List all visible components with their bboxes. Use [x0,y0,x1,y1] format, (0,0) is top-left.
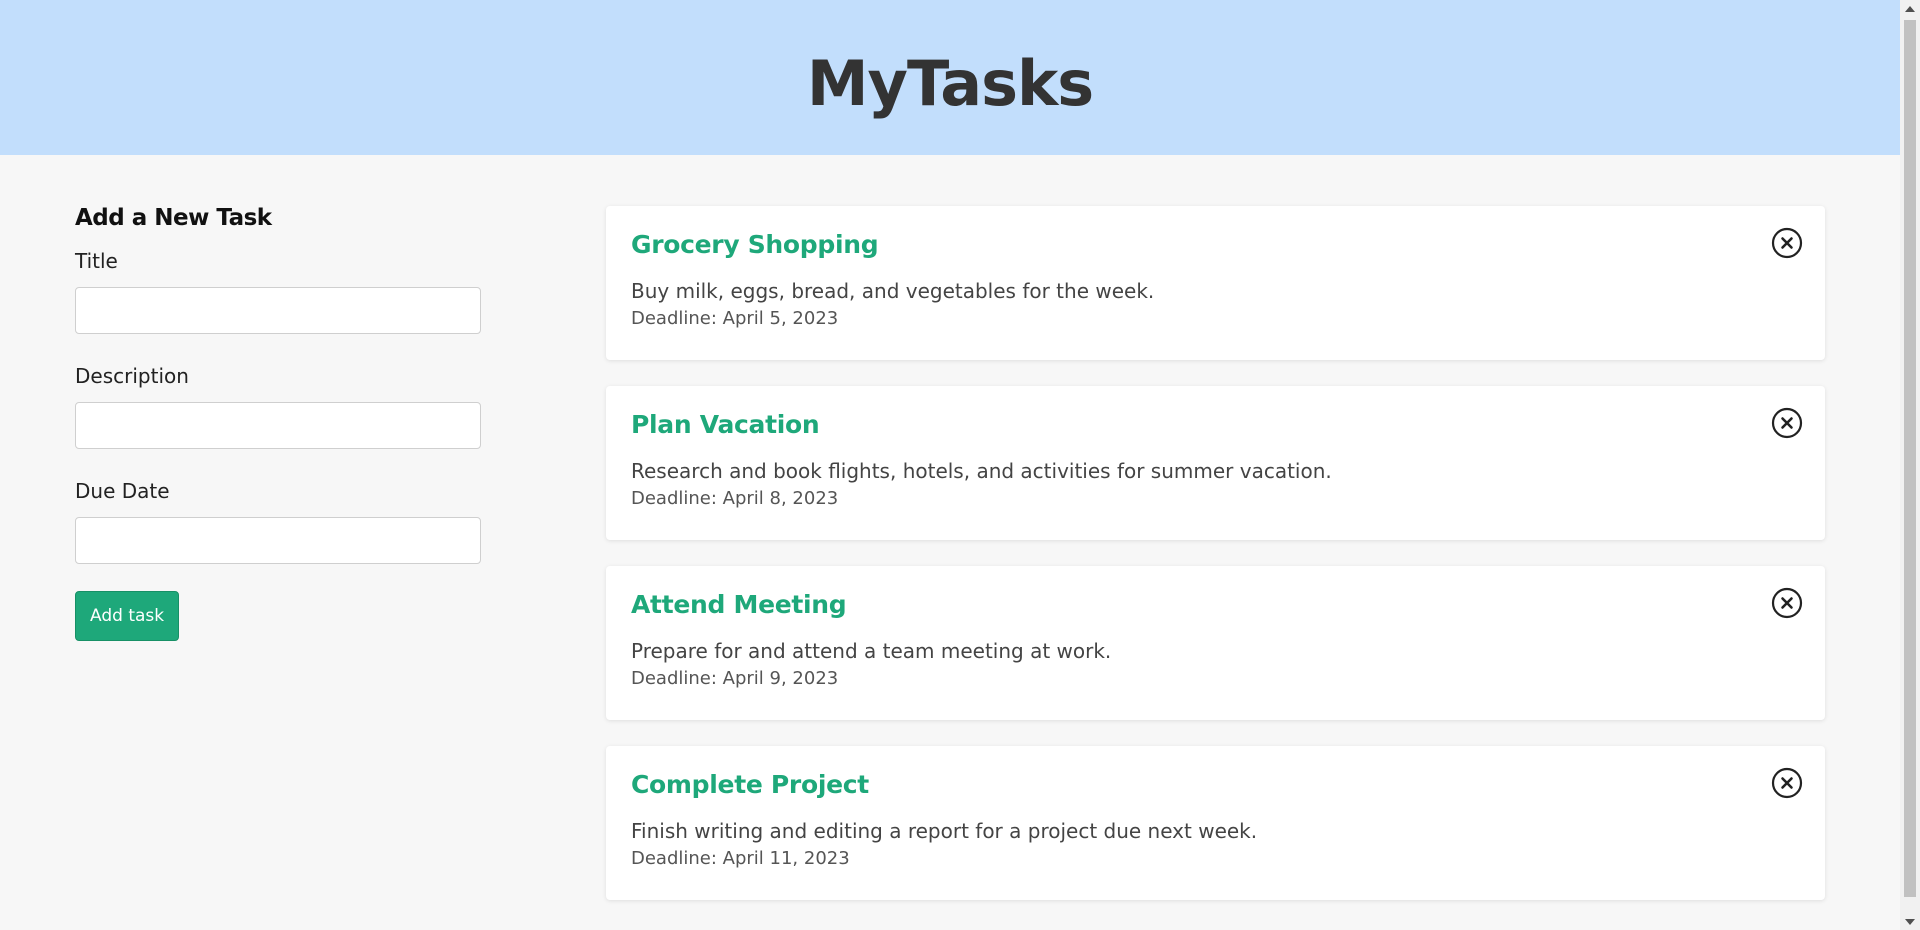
scrollbar-thumb[interactable] [1904,20,1916,897]
add-task-form: Add a New Task Title Description Due Dat… [75,205,481,641]
due-date-label: Due Date [75,479,170,503]
close-circle-icon [1771,767,1803,799]
due-date-input[interactable] [75,517,481,564]
task-description: Prepare for and attend a team meeting at… [631,639,1112,663]
task-card: Plan Vacation Research and book flights,… [606,386,1825,540]
task-card: Attend Meeting Prepare for and attend a … [606,566,1825,720]
scroll-down-arrow-icon[interactable] [1900,913,1920,930]
task-title: Attend Meeting [631,590,847,619]
form-heading: Add a New Task [75,205,272,231]
page: MyTasks Add a New Task Title Description… [0,0,1900,930]
task-deadline: Deadline: April 5, 2023 [631,308,839,329]
vertical-scrollbar[interactable] [1900,0,1920,930]
description-input[interactable] [75,402,481,449]
close-circle-icon [1771,587,1803,619]
task-description: Finish writing and editing a report for … [631,819,1258,843]
title-input[interactable] [75,287,481,334]
app-header: MyTasks [0,0,1900,155]
task-deadline: Deadline: April 11, 2023 [631,848,850,869]
task-deadline: Deadline: April 8, 2023 [631,488,839,509]
task-deadline: Deadline: April 9, 2023 [631,668,839,689]
description-label: Description [75,364,189,388]
app-title: MyTasks [806,47,1094,120]
title-label: Title [75,249,118,273]
delete-task-button[interactable] [1771,587,1803,619]
task-description: Research and book flights, hotels, and a… [631,459,1332,483]
task-card: Complete Project Finish writing and edit… [606,746,1825,900]
task-title: Complete Project [631,770,869,799]
delete-task-button[interactable] [1771,767,1803,799]
task-description: Buy milk, eggs, bread, and vegetables fo… [631,279,1155,303]
add-task-button[interactable]: Add task [75,591,180,641]
task-list: Grocery Shopping Buy milk, eggs, bread, … [606,206,1825,926]
close-circle-icon [1771,407,1803,439]
close-circle-icon [1771,227,1803,259]
task-title: Grocery Shopping [631,230,879,259]
task-title: Plan Vacation [631,410,820,439]
delete-task-button[interactable] [1771,227,1803,259]
delete-task-button[interactable] [1771,407,1803,439]
task-card: Grocery Shopping Buy milk, eggs, bread, … [606,206,1825,360]
scroll-up-arrow-icon[interactable] [1900,0,1920,17]
